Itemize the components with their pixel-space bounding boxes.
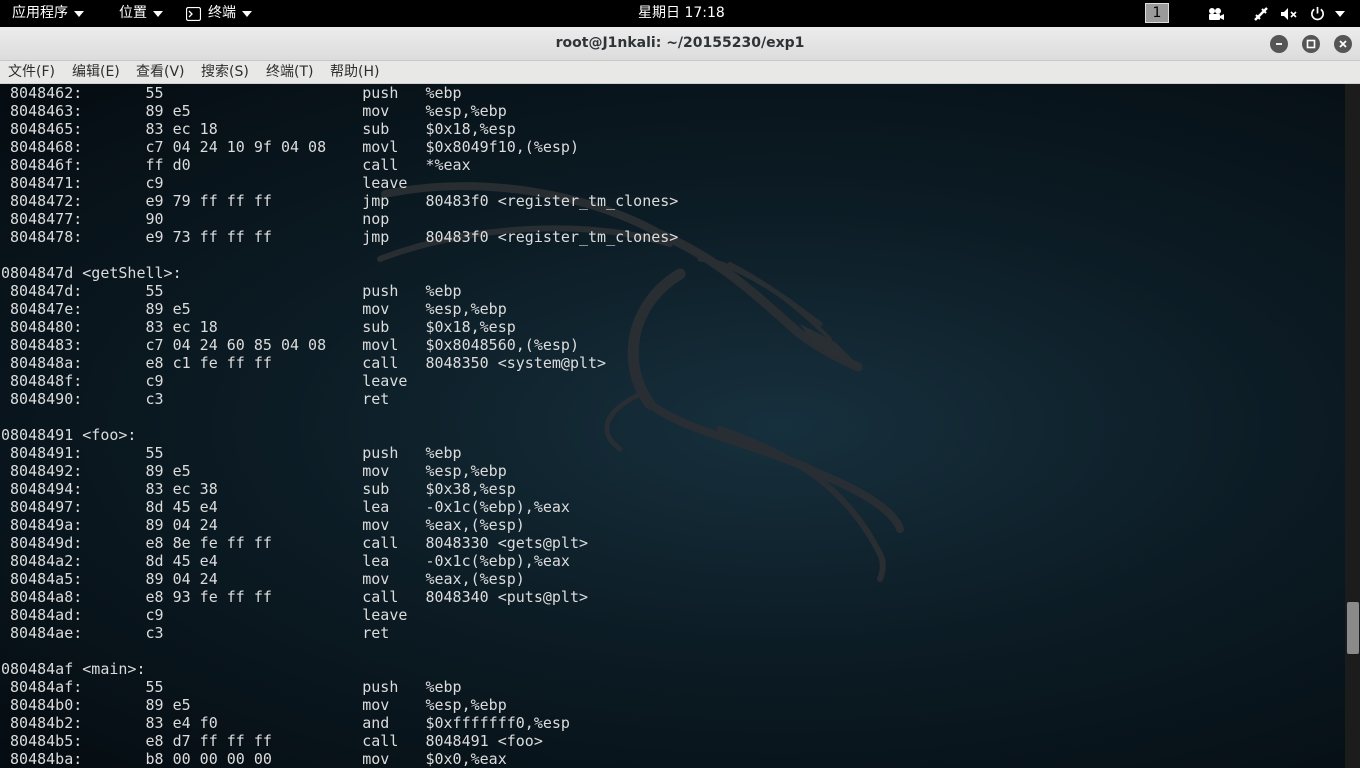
minimize-button[interactable] [1270, 35, 1288, 53]
volume-muted-icon[interactable] [1280, 0, 1298, 27]
terminal-line: 8048480: 83 ec 18 sub $0x18,%esp [1, 318, 516, 336]
clock[interactable]: 星期日 17:18 [638, 0, 725, 27]
terminal-line: 80484b2: 83 e4 f0 and $0xfffffff0,%esp [1, 714, 570, 732]
power-icon [1311, 6, 1324, 21]
terminal-line: 8048468: c7 04 24 10 9f 04 08 movl $0x80… [1, 138, 579, 156]
maximize-icon [1306, 39, 1316, 49]
terminal-line: 80484a5: 89 04 24 mov %eax,(%esp) [1, 570, 525, 588]
terminal-line: 8048471: c9 leave [1, 174, 426, 192]
places-label: 位置 [119, 5, 147, 21]
terminal-line: 8048462: 55 push %ebp [1, 84, 462, 102]
applications-menu[interactable]: 应用程序 [12, 0, 84, 27]
terminal-line: 8048477: 90 nop [1, 210, 390, 228]
video-camera-icon[interactable] [1207, 0, 1225, 27]
close-button[interactable] [1334, 35, 1352, 53]
menu-file[interactable]: 文件(F) [8, 61, 55, 84]
scrollbar-thumb[interactable] [1347, 602, 1359, 654]
terminal-line: 8048483: c7 04 24 60 85 04 08 movl $0x80… [1, 336, 579, 354]
terminal-line: 804848f: c9 leave [1, 372, 426, 390]
chevron-down-icon [74, 10, 84, 17]
terminal-line: 80484b0: 89 e5 mov %esp,%ebp [1, 696, 507, 714]
terminal-line: 8048494: 83 ec 38 sub $0x38,%esp [1, 480, 516, 498]
terminal-line: 80484ba: b8 00 00 00 00 mov $0x0,%eax [1, 750, 507, 768]
close-icon [1339, 40, 1347, 48]
terminal-line: 8048463: 89 e5 mov %esp,%ebp [1, 102, 507, 120]
terminal-lines: 8048462: 55 push %ebp 8048463: 89 e5 mov… [0, 84, 678, 768]
terminal-line: 80484b5: e8 d7 ff ff ff call 8048491 <fo… [1, 732, 543, 750]
chevron-down-icon [1335, 10, 1345, 17]
maximize-button[interactable] [1302, 35, 1320, 53]
terminal-line: 804847e: 89 e5 mov %esp,%ebp [1, 300, 507, 318]
menubar: 文件(F) 编辑(E) 查看(V) 搜索(S) 终端(T) 帮助(H) [0, 61, 1360, 84]
terminal-line: 8048492: 89 e5 mov %esp,%ebp [1, 462, 507, 480]
power-menu[interactable] [1310, 0, 1345, 27]
terminal-line: 804849a: 89 04 24 mov %eax,(%esp) [1, 516, 525, 534]
terminal-line: 080484af <main>: [1, 660, 146, 678]
window-title: root@J1nkali: ~/20155230/exp1 [555, 35, 805, 51]
applications-label: 应用程序 [12, 5, 68, 21]
terminal-line: 08048491 <foo>: [1, 426, 137, 444]
window-titlebar[interactable]: root@J1nkali: ~/20155230/exp1 [0, 27, 1360, 61]
terminal-line: 80484af: 55 push %ebp [1, 678, 462, 696]
terminal-line: 8048472: e9 79 ff ff ff jmp 80483f0 <reg… [1, 192, 679, 210]
terminal-line: 0804847d <getShell>: [1, 264, 182, 282]
menu-edit[interactable]: 编辑(E) [72, 61, 120, 84]
top-panel: 应用程序 位置 终端 星期日 17:18 1 [0, 0, 1360, 27]
terminal-output[interactable]: 8048462: 55 push %ebp 8048463: 89 e5 mov… [0, 84, 1345, 768]
terminal-line: 804847d: 55 push %ebp [1, 282, 462, 300]
chevron-down-icon [153, 10, 163, 17]
network-icon[interactable] [1253, 0, 1269, 27]
terminal-line: 8048478: e9 73 ff ff ff jmp 80483f0 <reg… [1, 228, 679, 246]
chevron-down-icon [242, 10, 252, 17]
menu-terminal[interactable]: 终端(T) [266, 61, 313, 84]
terminal-line: 80484a8: e8 93 fe ff ff call 8048340 <pu… [1, 588, 589, 606]
terminal-line: 80484ae: c3 ret [1, 624, 426, 642]
terminal-app-menu[interactable]: 终端 [186, 0, 252, 27]
clock-label: 星期日 17:18 [638, 5, 725, 21]
places-menu[interactable]: 位置 [119, 0, 163, 27]
terminal-line: 8048490: c3 ret [1, 390, 426, 408]
minimize-icon [1276, 43, 1282, 45]
menu-view[interactable]: 查看(V) [136, 61, 185, 84]
menu-help[interactable]: 帮助(H) [330, 61, 379, 84]
terminal-app-label: 终端 [208, 5, 236, 21]
terminal-line: 80484a2: 8d 45 e4 lea -0x1c(%ebp),%eax [1, 552, 570, 570]
terminal-line: 8048497: 8d 45 e4 lea -0x1c(%ebp),%eax [1, 498, 570, 516]
terminal-line: 80484ad: c9 leave [1, 606, 426, 624]
terminal-line: 804848a: e8 c1 fe ff ff call 8048350 <sy… [1, 354, 607, 372]
terminal-line: 8048465: 83 ec 18 sub $0x18,%esp [1, 120, 516, 138]
menu-search[interactable]: 搜索(S) [201, 61, 249, 84]
terminal-icon [186, 6, 201, 21]
scrollbar[interactable] [1345, 84, 1360, 768]
terminal-line: 804846f: ff d0 call *%eax [1, 156, 471, 174]
workspace-indicator[interactable]: 1 [1145, 3, 1169, 23]
terminal-line: 8048491: 55 push %ebp [1, 444, 462, 462]
terminal-line: 804849d: e8 8e fe ff ff call 8048330 <ge… [1, 534, 589, 552]
